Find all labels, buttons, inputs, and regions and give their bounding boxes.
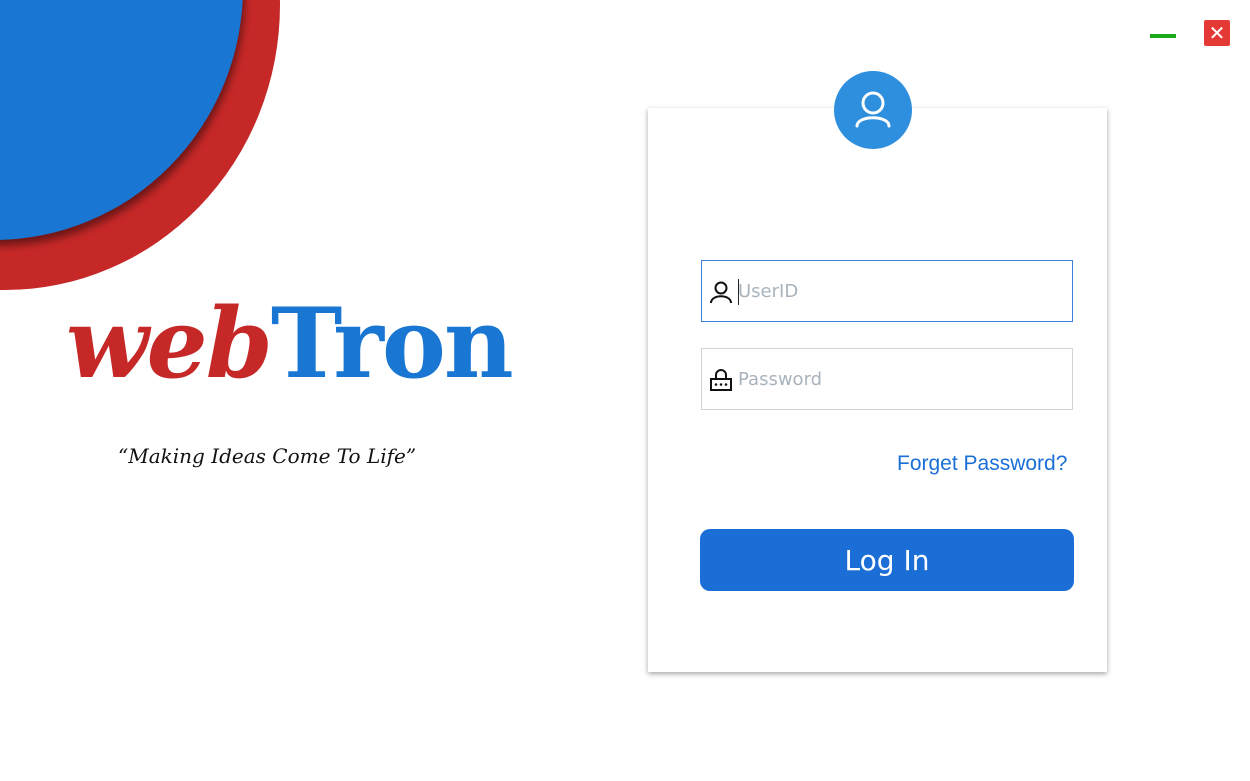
brand-logo: webTron — [66, 296, 514, 392]
userid-input[interactable] — [738, 261, 1058, 321]
userid-field[interactable] — [701, 260, 1073, 322]
login-button[interactable]: Log In — [700, 529, 1074, 591]
forgot-password-link[interactable]: Forget Password? — [897, 452, 1067, 476]
brand-tagline: “Making Ideas Come To Life” — [118, 444, 417, 468]
minimize-icon[interactable] — [1150, 24, 1176, 44]
decorative-circles — [0, 0, 290, 300]
password-input[interactable] — [738, 349, 1058, 409]
brand-name-tron: Tron — [270, 287, 514, 400]
brand-name-web: web — [66, 287, 273, 400]
avatar — [834, 71, 912, 149]
user-icon — [855, 91, 891, 128]
close-icon[interactable]: ✕ — [1204, 20, 1230, 46]
user-icon — [710, 281, 732, 304]
lock-icon — [710, 369, 732, 391]
password-field[interactable] — [701, 348, 1073, 410]
